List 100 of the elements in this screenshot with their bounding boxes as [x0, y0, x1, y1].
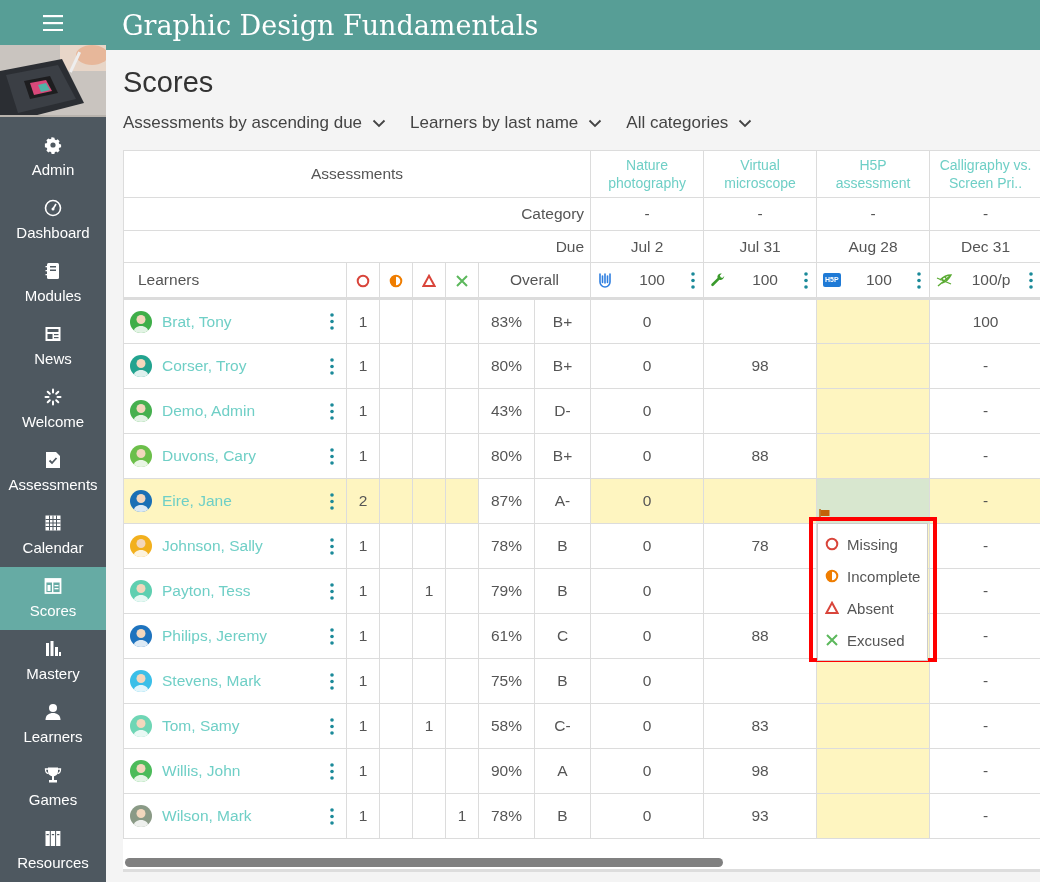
score-cell: 0 [642, 582, 652, 599]
table-cell: D- [554, 402, 571, 419]
more-icon[interactable] [330, 627, 334, 645]
score-cell: - [982, 717, 989, 734]
row-label: Category [521, 205, 585, 222]
caret-icon [372, 118, 387, 128]
nav-item[interactable]: Learners [0, 693, 106, 756]
more-icon[interactable] [330, 402, 334, 420]
score-cell: 0 [642, 312, 652, 330]
sort-dropdown[interactable]: Assessments by ascending due [123, 113, 387, 133]
nav-item[interactable]: Games [0, 756, 106, 819]
table-cell: A [557, 762, 568, 779]
score-cell: 0 [642, 402, 652, 419]
table-cell: C- [554, 717, 571, 734]
more-icon[interactable] [804, 271, 809, 289]
more-icon[interactable] [330, 717, 334, 735]
score-cell: 0 [642, 762, 652, 779]
nav-item[interactable]: Mastery [0, 630, 106, 693]
trophy-icon [44, 766, 62, 784]
books-icon [44, 829, 62, 847]
nav-item[interactable]: Resources [0, 819, 106, 882]
table-cell: B [557, 537, 568, 554]
table-cell: C [556, 627, 569, 644]
nav-item[interactable]: Assessments [0, 441, 106, 504]
table-cell: B [557, 672, 568, 689]
menu-item[interactable]: Absent [818, 592, 928, 624]
more-icon[interactable] [330, 492, 334, 510]
more-icon[interactable] [330, 357, 334, 375]
table-cell: 1 [424, 582, 434, 599]
more-icon[interactable] [691, 271, 696, 289]
table-cell: 2 [358, 492, 368, 509]
category-value: - [644, 205, 650, 222]
due-date: Jul 31 [739, 237, 781, 255]
score-cell: 0 [642, 447, 652, 464]
score-cell: - [982, 357, 989, 374]
table-cell: B+ [552, 447, 573, 464]
score-cell: - [982, 762, 989, 779]
more-icon[interactable] [330, 672, 334, 690]
table-cell: 1 [358, 312, 368, 330]
table-cell: 1 [358, 807, 368, 824]
score-cell: 93 [751, 807, 769, 824]
more-icon[interactable] [330, 762, 334, 780]
more-icon[interactable] [1029, 271, 1034, 289]
gear-icon [44, 136, 62, 154]
column-header: Overall [509, 271, 560, 288]
person-icon [44, 703, 62, 721]
table-cell: A- [554, 492, 571, 509]
table-cell: 1 [457, 807, 467, 824]
table-cell: 1 [358, 447, 368, 464]
table-cell: 43% [491, 402, 522, 419]
table-cell: 1 [358, 537, 368, 554]
score-cell: 0 [642, 492, 652, 509]
newspaper-icon [44, 325, 62, 343]
more-icon[interactable] [330, 447, 334, 465]
wrench-icon [710, 272, 727, 288]
points-value: 100 [638, 271, 666, 289]
due-date: Jul 2 [630, 237, 664, 255]
score-cell: - [982, 492, 989, 509]
notebook-icon [44, 262, 62, 280]
table-cell: 80% [491, 357, 522, 374]
gauge-icon [44, 199, 62, 217]
table-cell: 90% [491, 762, 522, 779]
nav-item[interactable]: Calendar [0, 504, 106, 567]
points-value: 100/p [970, 271, 1012, 289]
quill-icon [936, 272, 954, 288]
more-icon[interactable] [330, 807, 334, 825]
column-header: Learners [138, 271, 200, 288]
table-icon [44, 577, 62, 595]
table-cell: 1 [358, 582, 368, 599]
nav-item[interactable]: Dashboard [0, 189, 106, 252]
cross-icon [825, 633, 840, 647]
menu-item[interactable]: Incomplete [818, 560, 928, 592]
scrollbar[interactable] [125, 858, 723, 867]
score-cell: 0 [642, 807, 652, 824]
nav-item[interactable]: Welcome [0, 378, 106, 441]
more-icon[interactable] [330, 537, 334, 555]
table-cell: 83% [491, 312, 522, 330]
nav-item[interactable]: Admin [0, 126, 106, 189]
score-cell: - [982, 447, 989, 464]
table-cell: 1 [424, 717, 434, 734]
caret-icon [588, 118, 603, 128]
more-icon[interactable] [330, 313, 334, 330]
more-icon[interactable] [330, 582, 334, 600]
score-cell: 83 [751, 717, 769, 734]
sort-dropdown[interactable]: Learners by last name [410, 113, 603, 133]
nav-item[interactable]: News [0, 315, 106, 378]
score-cell: 98 [751, 357, 769, 374]
table-cell: 1 [358, 627, 368, 644]
table-cell: B [557, 807, 568, 824]
table-cell: B+ [552, 312, 573, 330]
sort-dropdown[interactable]: All categories [626, 113, 753, 133]
score-cell: - [982, 537, 989, 554]
calendar-icon [44, 514, 62, 532]
due-date: Dec 31 [961, 237, 1011, 255]
score-cell: - [982, 672, 989, 689]
circle-icon [356, 273, 370, 288]
menu-button[interactable] [43, 14, 63, 31]
score-cell: - [982, 627, 989, 644]
nav-item[interactable]: Modules [0, 252, 106, 315]
more-icon[interactable] [917, 271, 922, 289]
